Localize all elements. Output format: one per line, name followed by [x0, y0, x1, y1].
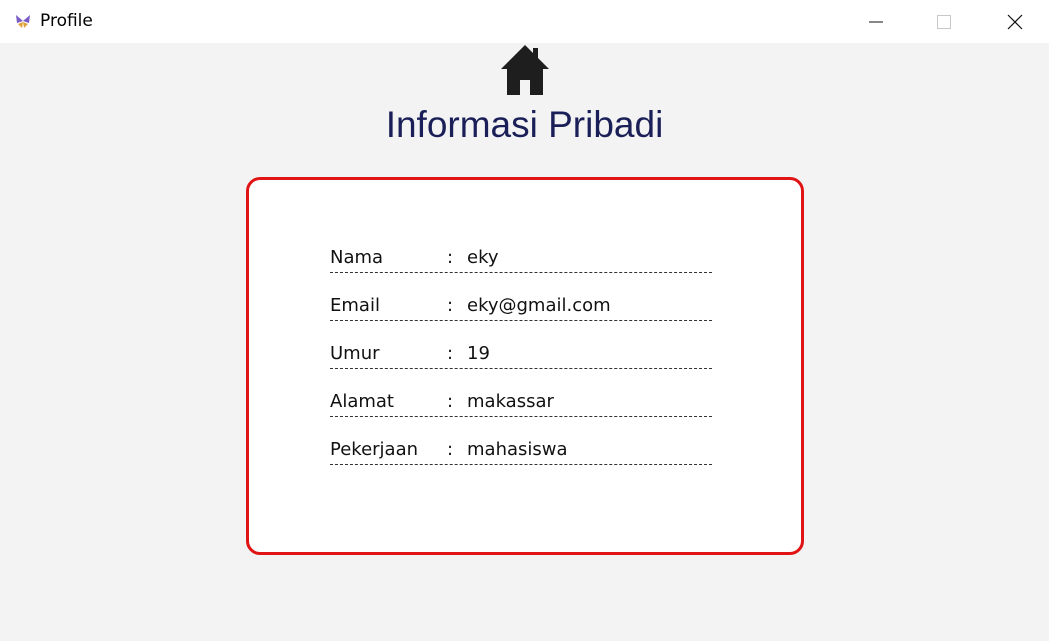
row-value: eky@gmail.com [467, 295, 611, 316]
row-value: eky [467, 247, 499, 268]
row-colon: : [447, 391, 454, 412]
row-divider [330, 320, 712, 321]
row-value: makassar [467, 391, 554, 412]
row-label: Alamat [330, 391, 394, 412]
row-label: Email [330, 295, 380, 316]
row-divider [330, 464, 712, 465]
window-title: Profile [40, 11, 93, 31]
close-icon [1007, 14, 1023, 29]
row-colon: : [447, 343, 454, 364]
info-row-email: Email : eky@gmail.com [330, 293, 720, 341]
page-title: Informasi Pribadi [385, 104, 664, 145]
row-divider [330, 368, 712, 369]
minimize-icon [869, 21, 883, 22]
row-colon: : [447, 439, 454, 460]
close-button[interactable] [981, 0, 1049, 43]
maximize-icon [937, 14, 951, 29]
info-row-nama: Nama : eky [330, 245, 720, 293]
row-label: Pekerjaan [330, 439, 419, 460]
row-value: 19 [467, 343, 490, 364]
info-row-alamat: Alamat : makassar [330, 389, 720, 437]
row-value: mahasiswa [467, 439, 568, 460]
title-bar: Profile [0, 0, 1049, 43]
row-label: Nama [330, 247, 384, 268]
row-divider [330, 272, 712, 273]
butterfly-logo-icon [16, 15, 30, 28]
profile-info-list: Nama : eky Email : eky@gmail.com Umur : … [330, 245, 720, 485]
row-colon: : [447, 295, 454, 316]
row-divider [330, 416, 712, 417]
info-row-umur: Umur : 19 [330, 341, 720, 389]
info-row-pekerjaan: Pekerjaan : mahasiswa [330, 437, 720, 485]
row-label: Umur [330, 343, 380, 364]
home-icon[interactable] [500, 44, 550, 96]
row-colon: : [447, 247, 454, 268]
maximize-button[interactable] [910, 0, 978, 43]
minimize-button[interactable] [842, 0, 910, 43]
